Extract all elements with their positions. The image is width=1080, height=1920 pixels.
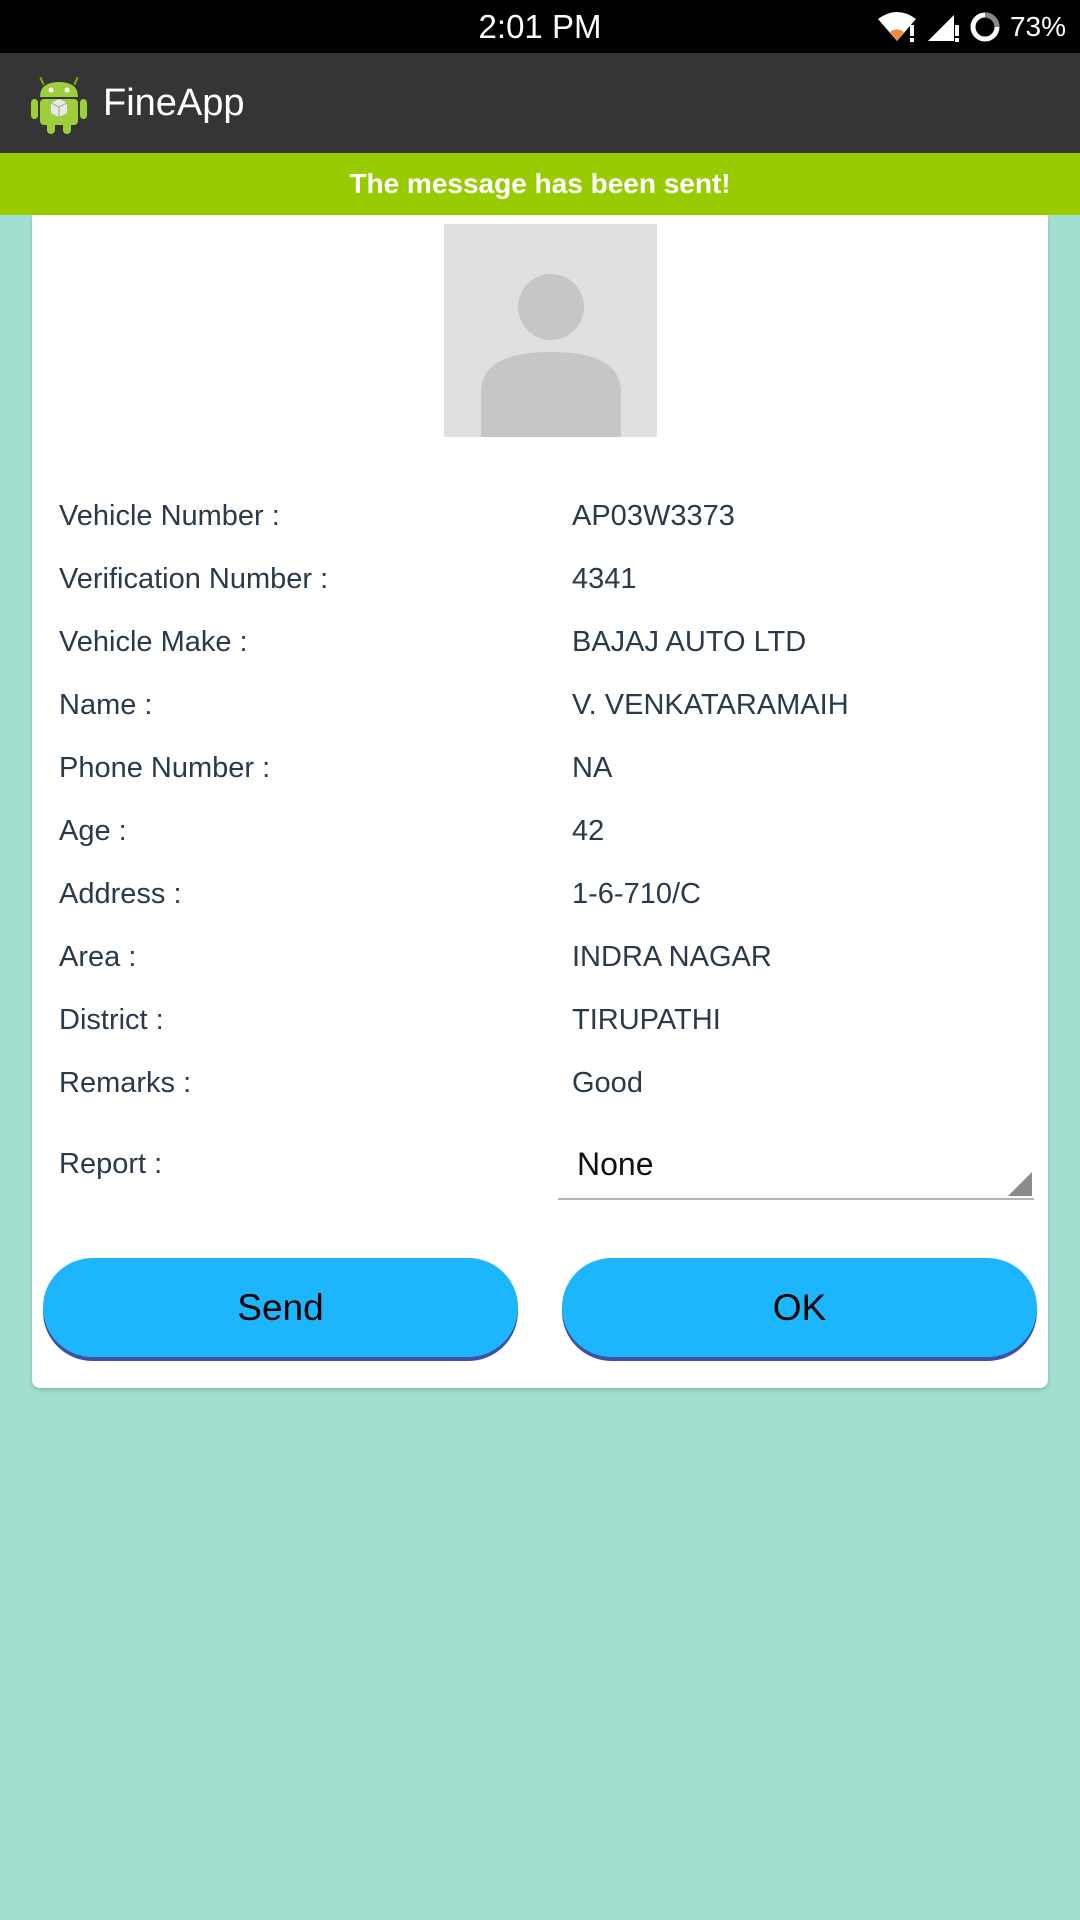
sent-confirmation-banner: The message has been sent!: [0, 153, 1080, 215]
wifi-icon: [877, 12, 916, 42]
vehicle-make-row: Vehicle Make : BAJAJ AUTO LTD: [32, 626, 1048, 666]
battery-percentage: 73%: [1009, 11, 1066, 42]
verification-number-value: 4341: [572, 563, 637, 595]
status-bar: 2:01 PM 73%: [0, 0, 1080, 53]
remarks-row: Remarks : Good: [32, 1067, 1048, 1107]
vehicle-number-value: AP03W3373: [572, 500, 735, 532]
sync-circle-icon: [970, 12, 1000, 42]
remarks-label: Remarks :: [59, 1067, 192, 1099]
age-value: 42: [572, 815, 605, 847]
age-label: Age :: [59, 815, 127, 847]
dropdown-triangle-icon: [1008, 1172, 1032, 1196]
address-label: Address :: [59, 878, 182, 910]
report-selected-value: None: [577, 1146, 654, 1182]
status-icons: 73%: [876, 8, 1066, 46]
district-label: District :: [59, 1004, 164, 1036]
verification-number-row: Verification Number : 4341: [32, 563, 1048, 603]
report-spinner[interactable]: None: [558, 1140, 1034, 1200]
vehicle-details-card: Vehicle Number : AP03W3373 Verification …: [32, 215, 1048, 1388]
phone-number-label: Phone Number :: [59, 752, 271, 784]
name-value: V. VENKATARAMAIH: [572, 689, 849, 721]
verification-number-label: Verification Number :: [59, 563, 329, 595]
ok-button[interactable]: OK: [562, 1258, 1037, 1357]
android-logo-icon: [31, 76, 87, 134]
phone-number-row: Phone Number : NA: [32, 752, 1048, 792]
area-value: INDRA NAGAR: [572, 941, 772, 973]
name-row: Name : V. VENKATARAMAIH: [32, 689, 1048, 729]
address-row: Address : 1-6-710/C: [32, 878, 1048, 918]
vehicle-number-label: Vehicle Number :: [59, 500, 280, 532]
area-label: Area :: [59, 941, 137, 973]
app-bar: FineApp: [0, 53, 1080, 153]
person-avatar-icon: [481, 274, 621, 437]
report-label: Report :: [59, 1148, 163, 1180]
app-title: FineApp: [103, 82, 245, 124]
district-row: District : TIRUPATHI: [32, 1004, 1048, 1044]
cell-signal-icon: [927, 15, 959, 42]
vehicle-make-value: BAJAJ AUTO LTD: [572, 626, 807, 658]
vehicle-make-label: Vehicle Make :: [59, 626, 248, 658]
address-value: 1-6-710/C: [572, 878, 701, 910]
vehicle-number-row: Vehicle Number : AP03W3373: [32, 500, 1048, 540]
district-value: TIRUPATHI: [572, 1004, 721, 1036]
remarks-value: Good: [572, 1067, 643, 1099]
area-row: Area : INDRA NAGAR: [32, 941, 1048, 981]
phone-number-value: NA: [572, 752, 613, 784]
send-button[interactable]: Send: [43, 1258, 518, 1357]
name-label: Name :: [59, 689, 153, 721]
profile-photo-placeholder: [444, 224, 657, 437]
age-row: Age : 42: [32, 815, 1048, 855]
